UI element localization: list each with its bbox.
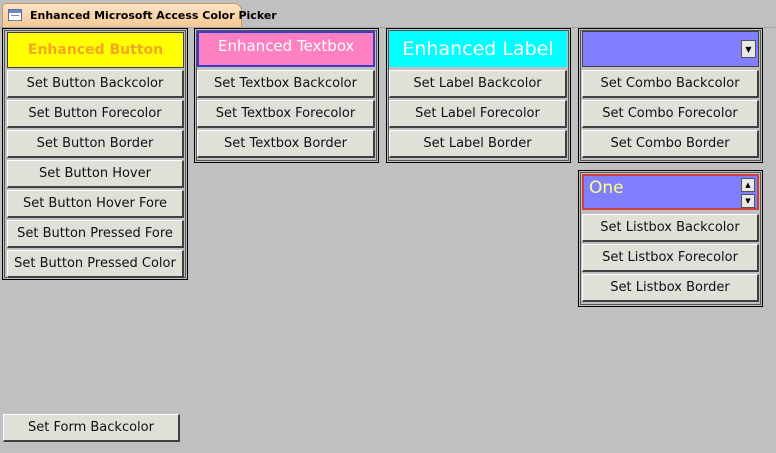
listbox-panel: One ▲ ▼ Set Listbox Backcolor Set Listbo… <box>578 170 763 307</box>
scroll-up-arrow-icon[interactable]: ▲ <box>741 178 755 192</box>
form-icon <box>8 9 22 21</box>
enhanced-label-demo: Enhanced Label <box>389 31 567 67</box>
scroll-down-arrow-icon[interactable]: ▼ <box>741 194 755 208</box>
set-button-pressed-fore-button[interactable]: Set Button Pressed Fore <box>7 220 184 248</box>
listbox-item[interactable]: One <box>589 178 624 198</box>
set-combo-backcolor-button[interactable]: Set Combo Backcolor <box>582 70 759 98</box>
document-tab-strip: Enhanced Microsoft Access Color Picker <box>0 0 776 28</box>
set-textbox-forecolor-button[interactable]: Set Textbox Forecolor <box>197 100 375 128</box>
set-label-border-button[interactable]: Set Label Border <box>389 130 567 158</box>
combo-dropdown-arrow-icon[interactable]: ▼ <box>741 40 756 58</box>
set-combo-border-button[interactable]: Set Combo Border <box>582 130 759 158</box>
set-button-border-button[interactable]: Set Button Border <box>7 130 184 158</box>
set-listbox-border-button[interactable]: Set Listbox Border <box>582 274 759 302</box>
set-button-pressed-color-button[interactable]: Set Button Pressed Color <box>7 250 184 278</box>
form-tab-title: Enhanced Microsoft Access Color Picker <box>30 9 277 22</box>
label-panel: Enhanced Label Set Label Backcolor Set L… <box>386 28 571 163</box>
set-listbox-forecolor-button[interactable]: Set Listbox Forecolor <box>582 244 759 272</box>
combo-box[interactable]: ▼ <box>582 31 759 67</box>
set-combo-forecolor-button[interactable]: Set Combo Forecolor <box>582 100 759 128</box>
textbox-panel: Enhanced Textbox Set Textbox Backcolor S… <box>194 28 379 163</box>
set-textbox-backcolor-button[interactable]: Set Textbox Backcolor <box>197 70 375 98</box>
set-form-backcolor-button[interactable]: Set Form Backcolor <box>3 414 180 442</box>
set-textbox-border-button[interactable]: Set Textbox Border <box>197 130 375 158</box>
set-listbox-backcolor-button[interactable]: Set Listbox Backcolor <box>582 214 759 242</box>
listbox[interactable]: One ▲ ▼ <box>582 174 759 210</box>
set-button-backcolor-button[interactable]: Set Button Backcolor <box>7 70 184 98</box>
set-label-backcolor-button[interactable]: Set Label Backcolor <box>389 70 567 98</box>
enhanced-textbox-demo[interactable]: Enhanced Textbox <box>197 31 375 67</box>
set-label-forecolor-button[interactable]: Set Label Forecolor <box>389 100 567 128</box>
form-tab[interactable]: Enhanced Microsoft Access Color Picker <box>2 3 277 27</box>
combo-panel: ▼ Set Combo Backcolor Set Combo Forecolo… <box>578 28 763 163</box>
set-button-hover-button[interactable]: Set Button Hover <box>7 160 184 188</box>
button-panel: Enhanced Button Set Button Backcolor Set… <box>2 28 188 280</box>
set-button-hover-fore-button[interactable]: Set Button Hover Fore <box>7 190 184 218</box>
enhanced-button-demo[interactable]: Enhanced Button <box>7 32 184 68</box>
set-button-forecolor-button[interactable]: Set Button Forecolor <box>7 100 184 128</box>
